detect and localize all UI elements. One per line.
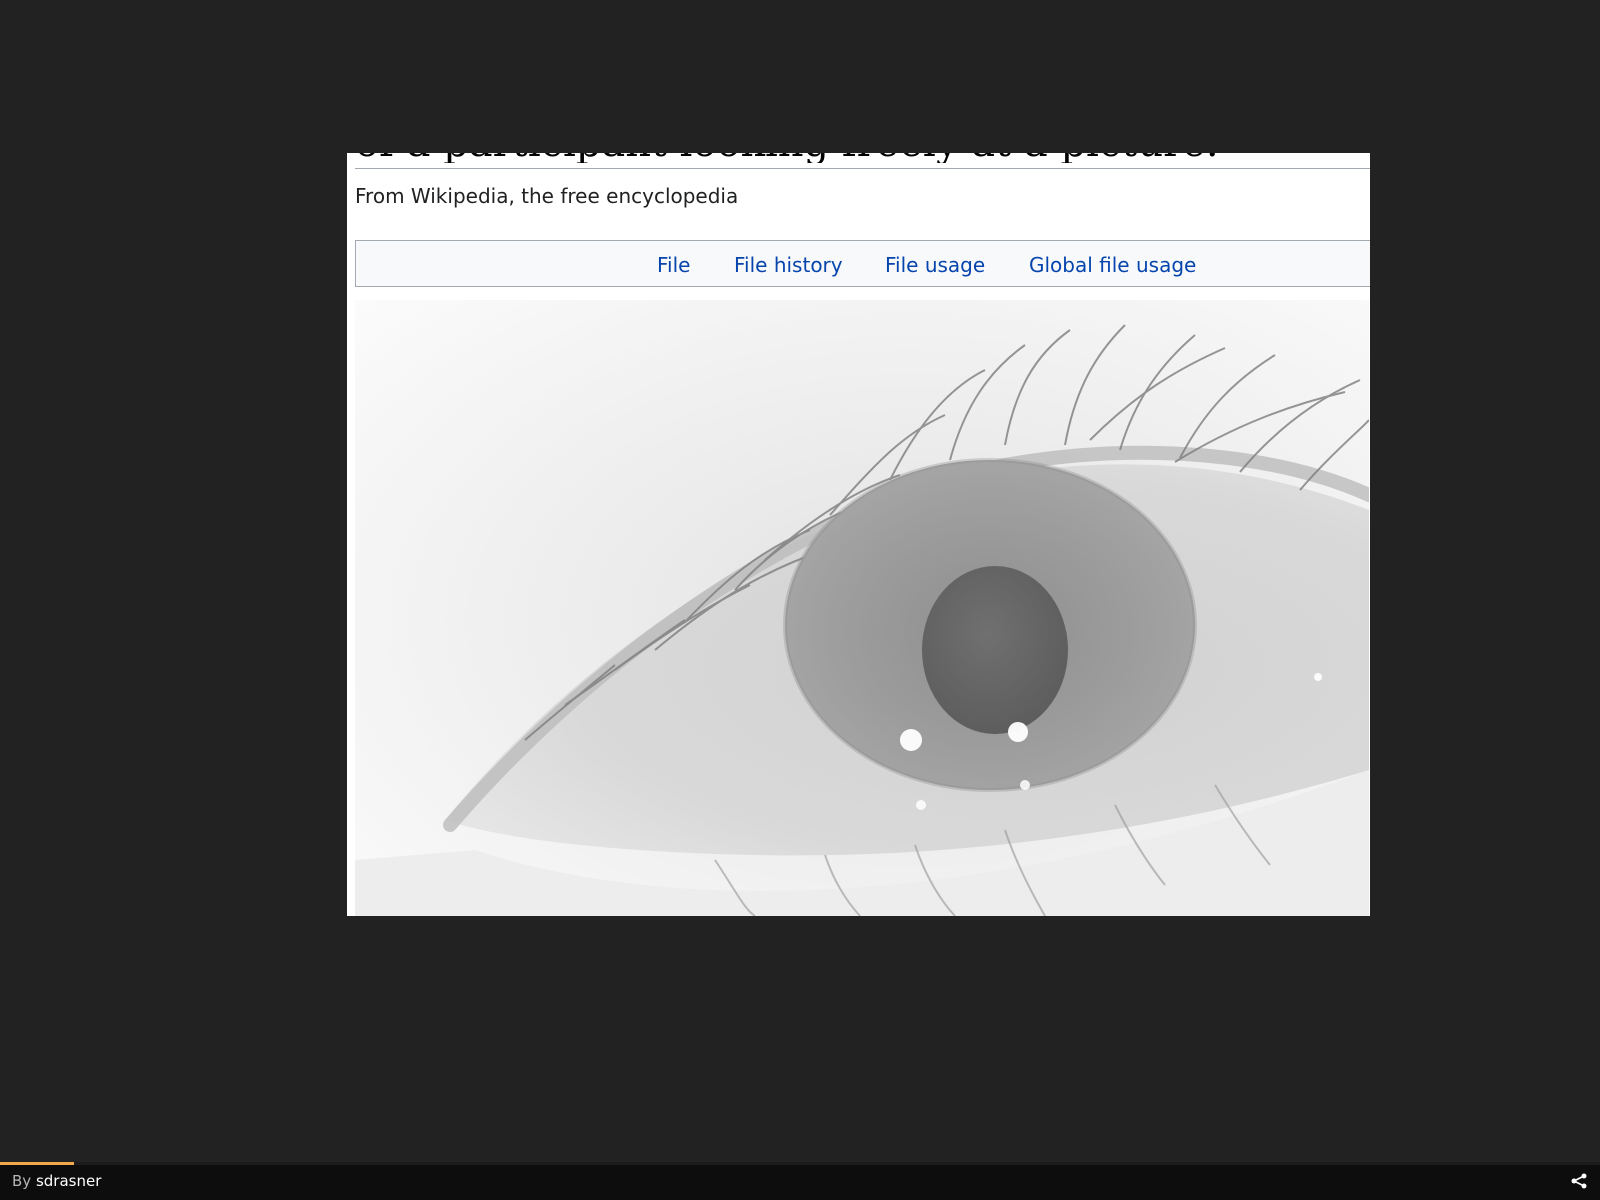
file-tabs: File File history File usage Global file… — [355, 240, 1370, 287]
reflection-lower-left — [916, 800, 926, 810]
share-icon — [1571, 1173, 1587, 1189]
reflection-left — [900, 729, 922, 751]
progress-track — [0, 1162, 1600, 1165]
tab-file-usage[interactable]: File usage — [885, 253, 985, 277]
pen-preview-stage: of a participant looking freely at a pic… — [0, 0, 1600, 1200]
author-byline: By sdrasner — [12, 1172, 101, 1190]
byline-prefix: By — [12, 1172, 32, 1190]
file-preview[interactable] — [355, 300, 1369, 916]
eye-image — [355, 300, 1369, 916]
reflection-lower-right — [1020, 780, 1030, 790]
site-tagline: From Wikipedia, the free encyclopedia — [355, 184, 739, 208]
page-title: of a participant looking freely at a pic… — [355, 153, 1370, 163]
tab-file-history[interactable]: File history — [734, 253, 843, 277]
reflection-corner — [1314, 673, 1322, 681]
pupil — [922, 566, 1068, 734]
wikipedia-page-frame: of a participant looking freely at a pic… — [347, 153, 1370, 916]
reflection-right — [1008, 722, 1028, 742]
title-divider — [355, 168, 1370, 169]
author-link[interactable]: sdrasner — [36, 1172, 101, 1190]
share-button[interactable] — [1570, 1172, 1588, 1190]
pen-footer: By sdrasner — [0, 1162, 1600, 1200]
progress-fill — [0, 1162, 74, 1165]
tab-file[interactable]: File — [657, 253, 690, 277]
tab-global-file-usage[interactable]: Global file usage — [1029, 253, 1196, 277]
